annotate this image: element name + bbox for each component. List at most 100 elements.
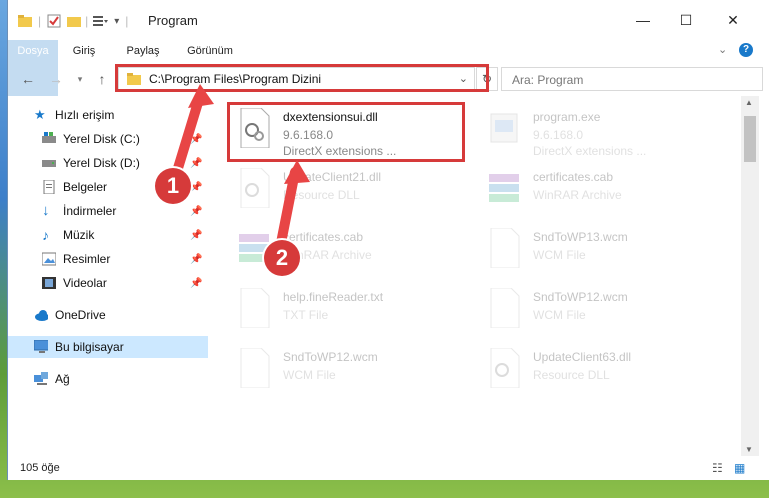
file-type: WinRAR Archive [533,188,622,202]
tab-share[interactable]: Paylaş [118,40,168,62]
details-view-icon[interactable]: ☷ [712,461,723,475]
generic-file-icon [240,348,270,388]
sidebar-item-label: Bu bilgisayar [55,340,124,354]
scroll-up-icon[interactable]: ▲ [745,98,753,107]
close-icon: ✕ [727,11,739,28]
sidebar-item-label: Videolar [63,276,107,290]
minimize-icon: — [636,12,650,28]
pin-icon[interactable]: 📌 [190,230,202,241]
qa-dropdown-icon[interactable]: ▾ [114,16,119,27]
dll-file-icon [490,348,520,388]
sidebar-item-videos[interactable]: Videolar 📌 [8,272,208,294]
generic-file-icon [490,228,520,268]
dll-file-icon [240,168,270,208]
sidebar-item-downloads[interactable]: ↓ İndirmeler 📌 [8,200,208,222]
sidebar-item-label: Ağ [55,372,70,386]
maximize-icon: ☐ [679,11,693,28]
documents-icon [43,180,55,194]
file-name: SndToWP13.wcm [533,230,628,244]
file-name: SndToWP12.wcm [533,290,628,304]
properties-icon[interactable] [47,14,61,28]
file-type: Resource DLL [533,368,610,382]
ribbon-tabs: Dosya Giriş Paylaş Görünüm ⌄ ? [8,40,769,96]
archive-file-icon [489,174,519,202]
scrollbar-thumb[interactable] [744,116,756,162]
file-name: SndToWP12.wcm [283,350,378,364]
file-name: UpdateClient63.dll [533,350,632,364]
folder-icon[interactable] [18,15,32,27]
pin-icon[interactable]: 📌 [190,158,202,169]
sidebar-item-pictures[interactable]: Resimler 📌 [8,248,208,270]
tab-view[interactable]: Görünüm [178,40,242,62]
exe-file-icon [490,113,518,143]
file-item[interactable]: SndToWP12.wcm WCM File [471,280,711,336]
pin-icon[interactable]: 📌 [190,182,202,193]
search-input[interactable]: Ara: Program [512,73,583,87]
file-item[interactable]: certificates.cab WinRAR Archive [221,220,461,276]
navigation-pane: ★ Hızlı erişim Yerel Disk (C:) 📌 Yerel D… [8,96,208,456]
tab-home[interactable]: Giriş [62,40,106,62]
quick-access-toolbar: | | ▾ | [18,12,128,30]
pin-icon[interactable]: 📌 [190,254,202,265]
pictures-icon [42,252,56,266]
callout-1: 1 [155,168,191,204]
vertical-scrollbar[interactable]: ▲ ▼ [741,96,759,456]
file-type: WCM File [533,308,586,322]
text-file-icon [240,288,270,328]
download-icon: ↓ [42,202,50,219]
forward-button[interactable]: → [46,70,66,88]
file-type: WCM File [533,248,586,262]
file-item[interactable]: UpdateClient63.dll Resource DLL [471,340,711,396]
up-button[interactable]: ↑ [92,70,112,88]
sidebar-item-onedrive[interactable]: OneDrive [8,304,208,326]
arrow-right-icon: → [49,71,63,87]
address-highlight-box [115,64,489,92]
file-item[interactable]: UpdateClient21.dll Resource DLL [221,160,461,216]
callout-2: 2 [264,240,300,276]
sidebar-item-label: Müzik [63,228,95,242]
sidebar-item-label: Yerel Disk (D:) [63,156,140,170]
expand-ribbon-icon[interactable]: ⌄ [718,43,727,56]
status-bar: 105 öğe ☷ ▦ [8,456,769,480]
scroll-down-icon[interactable]: ▼ [745,445,753,454]
sidebar-item-network[interactable]: Ağ [8,368,208,390]
maximize-button[interactable]: ☐ [666,6,706,34]
close-button[interactable]: ✕ [713,6,753,34]
file-item[interactable]: SndToWP12.wcm WCM File [221,340,461,396]
sidebar-item-label: OneDrive [55,308,106,322]
minimize-button[interactable]: — [623,6,663,34]
help-icon[interactable]: ? [739,43,753,57]
pin-icon[interactable]: 📌 [190,134,202,145]
arrow-left-icon: ← [21,71,35,87]
sidebar-item-music[interactable]: ♪ Müzik 📌 [8,224,208,246]
sidebar-item-label: İndirmeler [63,204,117,218]
sidebar-item-quick-access[interactable]: ★ Hızlı erişim [8,104,208,126]
file-type: WCM File [283,368,336,382]
file-name: certificates.cab [283,230,364,244]
search-box[interactable]: Ara: Program [501,67,763,91]
back-button[interactable]: ← [18,70,38,88]
title-bar: | | ▾ | Program — ☐ ✕ [8,0,769,40]
customize-icon[interactable] [92,14,109,28]
file-name: certificates.cab [533,170,614,184]
recent-locations-button[interactable]: ▾ [70,70,90,88]
pin-icon[interactable]: 📌 [190,206,202,217]
file-name: program.exe [533,110,601,124]
file-type: TXT File [283,308,329,322]
new-folder-icon[interactable] [67,14,82,28]
sidebar-item-label: Belgeler [63,180,108,194]
sidebar-item-label: Yerel Disk (C:) [63,132,140,146]
tiles-view-icon[interactable]: ▦ [734,461,745,475]
pin-icon[interactable]: 📌 [190,278,202,289]
arrow-up-icon: ↑ [98,71,106,87]
file-item[interactable]: certificates.cab WinRAR Archive [471,160,711,216]
file-item[interactable]: program.exe 9.6.168.0 DirectX extensions… [471,100,711,158]
file-item[interactable]: help.fineReader.txt TXT File [221,280,461,336]
window-title: Program [148,13,198,28]
drive-icon [42,160,56,167]
sidebar-item-this-pc[interactable]: Bu bilgisayar [8,336,208,358]
sidebar-item-label: Resimler [63,252,111,266]
network-icon [34,372,48,385]
file-item[interactable]: SndToWP13.wcm WCM File [471,220,711,276]
sidebar-item-disk-c[interactable]: Yerel Disk (C:) 📌 [8,128,208,150]
